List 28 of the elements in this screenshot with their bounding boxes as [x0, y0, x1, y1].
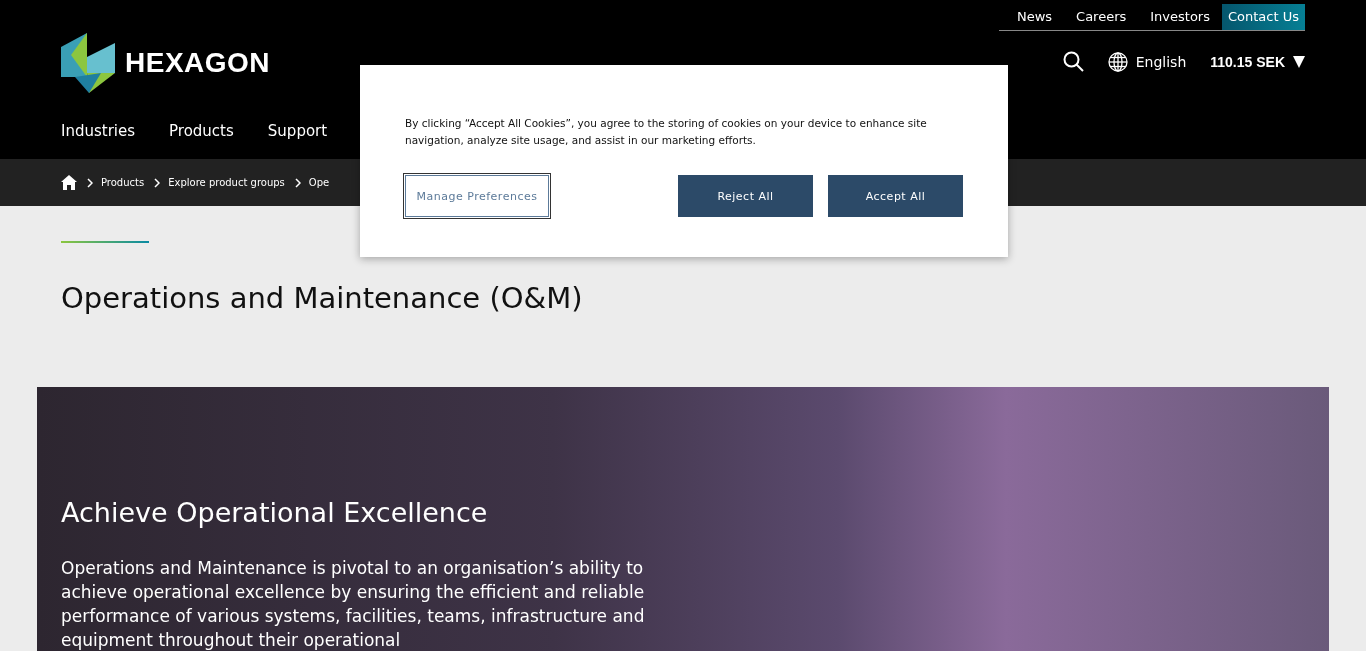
- top-nav-link[interactable]: Careers: [1070, 4, 1133, 30]
- cookie-button[interactable]: Manage Preferences: [405, 175, 549, 217]
- stock-price[interactable]: 110.15 SEK: [1210, 53, 1305, 70]
- language-selector[interactable]: English: [1107, 51, 1187, 72]
- main-nav-item[interactable]: Products: [169, 122, 234, 140]
- logo-text[interactable]: HEXAGON: [125, 47, 271, 79]
- chevron-icon: [294, 177, 301, 188]
- hero-text: Operations and Maintenance is pivotal to an organisation’s ability to achieve operational excellence by ensuring the efficient and reliable performance of various systems, facilities, teams, infrastructure and equipment throughout their operational: [61, 557, 646, 651]
- search-icon[interactable]: [1062, 51, 1084, 72]
- main-nav-item[interactable]: Industries: [61, 122, 136, 140]
- globe-icon: [1107, 51, 1128, 72]
- main-nav-item[interactable]: Support: [267, 122, 328, 140]
- chevron-icon: [87, 177, 93, 188]
- cookie-text: By clicking “Accept All Cookies”, you agree to the storing of cookies on your device to enhance site navigation, analyze site usage, and assist in our marketing efforts.: [405, 116, 928, 148]
- top-nav-link[interactable]: Contact Us: [1222, 4, 1305, 30]
- top-nav-link[interactable]: News: [1010, 4, 1059, 30]
- caret-icon: [1293, 55, 1305, 68]
- hero-heading: Achieve Operational Excellence: [61, 497, 489, 528]
- top-nav-link[interactable]: Investors: [1144, 4, 1216, 30]
- breadcrumb-link[interactable]: Ope: [308, 177, 330, 188]
- chevron-icon: [154, 177, 161, 188]
- hexagon-logo-icon: [61, 33, 115, 93]
- cookie-button[interactable]: Accept All: [828, 175, 963, 217]
- page-title: Operations and Maintenance (O&M): [61, 281, 584, 315]
- breadcrumb-link[interactable]: Explore product groups: [168, 177, 285, 188]
- cookie-button[interactable]: Reject All: [678, 175, 813, 217]
- home-icon[interactable]: [61, 175, 77, 190]
- breadcrumb-link[interactable]: Products: [101, 177, 145, 188]
